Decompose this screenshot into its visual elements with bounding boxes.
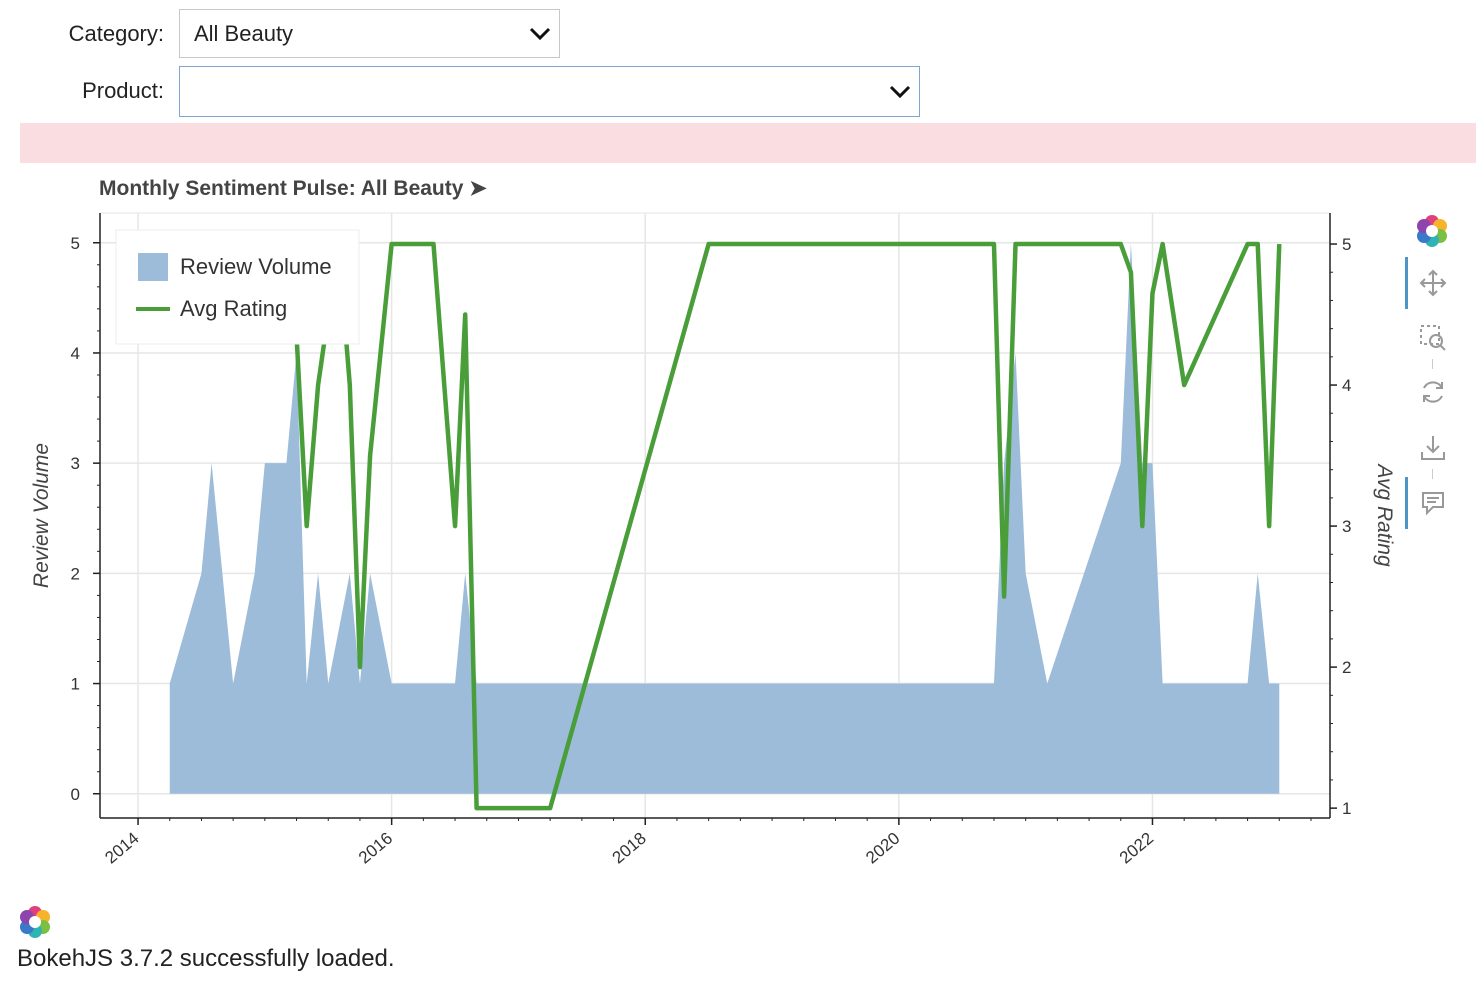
toolbar-divider	[1432, 359, 1433, 369]
y2-tick-label: 2	[1342, 658, 1351, 677]
load-status-text: BokehJS 3.7.2 successfully loaded.	[17, 945, 395, 972]
y2-tick-label: 5	[1342, 235, 1351, 254]
toolbar-divider	[1432, 469, 1433, 479]
chevron-down-icon	[889, 85, 911, 98]
reset-icon[interactable]	[1418, 377, 1448, 407]
category-label: Category:	[68, 21, 164, 46]
x-tick-label: 2014	[101, 829, 142, 868]
y-tick-label: 5	[71, 234, 80, 253]
hover-icon[interactable]	[1418, 488, 1448, 518]
box-zoom-icon[interactable]	[1418, 323, 1448, 353]
x-tick-label: 2022	[1116, 829, 1157, 868]
status-banner	[20, 123, 1476, 163]
legend: Review Volume Avg Rating	[115, 229, 360, 345]
legend-swatch-review-volume	[138, 253, 168, 281]
product-select[interactable]	[179, 66, 920, 117]
chart-toolbar	[1400, 205, 1464, 535]
y-tick-label: 0	[71, 785, 80, 804]
toolbar-active-indicator	[1405, 477, 1408, 529]
y-tick-label: 3	[71, 454, 80, 473]
y-axis-label: Review Volume	[30, 443, 53, 588]
y2-axis-label: Avg Rating	[1373, 462, 1396, 567]
y2-tick-label: 3	[1342, 517, 1351, 536]
x-tick-label: 2018	[609, 829, 650, 868]
pan-icon[interactable]	[1418, 268, 1448, 298]
category-select[interactable]: All Beauty	[179, 9, 560, 58]
product-label: Product:	[82, 78, 164, 103]
y-tick-label: 4	[71, 344, 80, 363]
bokeh-logo-icon[interactable]	[1414, 213, 1450, 249]
y-tick-label: 2	[71, 564, 80, 583]
y2-tick-label: 4	[1342, 376, 1351, 395]
save-icon[interactable]	[1418, 433, 1448, 463]
chevron-down-icon	[529, 27, 551, 40]
x-tick-label: 2020	[862, 829, 903, 868]
chart: 0 1 2 3 4 5 1 2 3 4 5 2014 2016 2018 2020 2022 Review Vo…	[30, 212, 1396, 868]
legend-label-review-volume: Review Volume	[180, 254, 332, 279]
chart-title: Monthly Sentiment Pulse: All Beauty ➤	[99, 177, 487, 200]
category-select-value: All Beauty	[194, 20, 294, 46]
legend-label-avg-rating: Avg Rating	[180, 296, 287, 321]
y-tick-label: 1	[71, 675, 80, 694]
toolbar-active-indicator	[1405, 257, 1408, 309]
y2-tick-label: 1	[1342, 799, 1351, 818]
bokeh-logo-icon	[20, 906, 50, 938]
x-tick-label: 2016	[355, 829, 396, 868]
